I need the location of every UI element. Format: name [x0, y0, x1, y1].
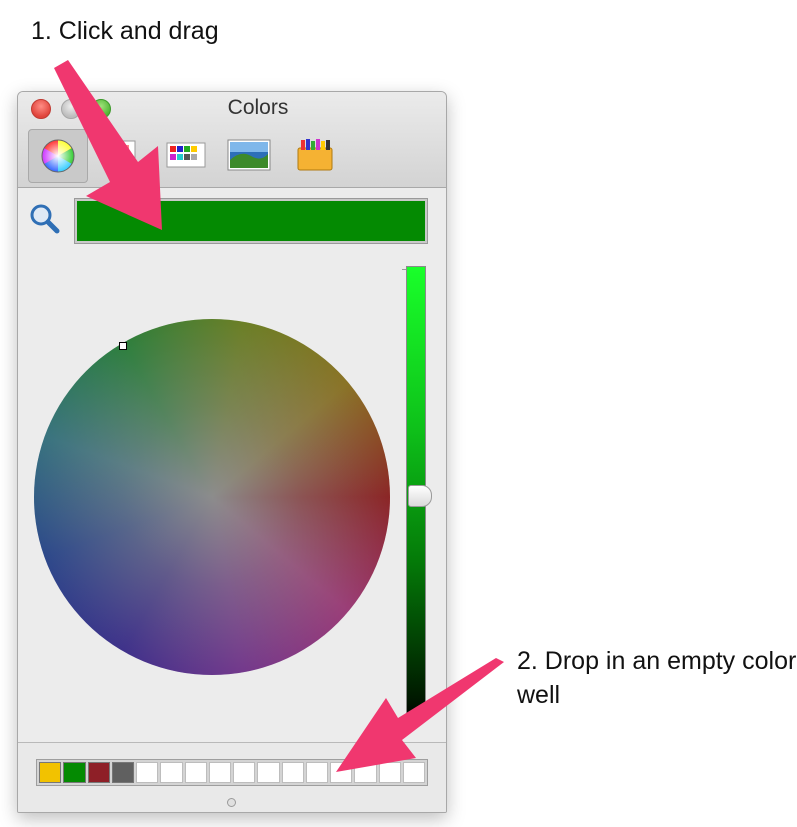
tutorial-canvas: 1. Click and drag Colors 2. Drop in an e…	[0, 0, 797, 827]
color-wheel[interactable]	[34, 319, 390, 675]
color-well-empty[interactable]	[184, 762, 207, 783]
color-well[interactable]	[39, 762, 62, 783]
current-color-swatch[interactable]	[74, 198, 428, 244]
current-color-row	[18, 187, 446, 249]
image-icon	[227, 139, 271, 171]
color-well-empty[interactable]	[208, 762, 231, 783]
color-well-empty[interactable]	[136, 762, 159, 783]
magnifier-icon[interactable]	[28, 202, 62, 236]
tab-color-wheel[interactable]	[28, 129, 88, 183]
color-well-empty[interactable]	[330, 762, 353, 783]
color-well-empty[interactable]	[281, 762, 304, 783]
colors-window: Colors	[17, 91, 447, 813]
well-bar-resize-handle[interactable]	[227, 798, 236, 807]
color-well-empty[interactable]	[402, 762, 425, 783]
tab-image-palettes[interactable]	[226, 132, 272, 178]
color-well-empty[interactable]	[305, 762, 328, 783]
color-well-empty[interactable]	[257, 762, 280, 783]
color-well-empty[interactable]	[160, 762, 183, 783]
color-well[interactable]	[87, 762, 110, 783]
color-wheel-saturation	[34, 319, 390, 675]
tab-color-palettes[interactable]	[164, 132, 210, 178]
window-titlebar: Colors	[18, 92, 446, 188]
color-wheel-picker[interactable]	[119, 342, 127, 350]
color-well-empty[interactable]	[354, 762, 377, 783]
sliders-icon	[106, 140, 136, 170]
crayons-icon	[297, 139, 333, 171]
brightness-slider-knob[interactable]	[408, 485, 432, 507]
color-well[interactable]	[63, 762, 86, 783]
color-well-empty[interactable]	[378, 762, 401, 783]
color-well-empty[interactable]	[233, 762, 256, 783]
step-1-caption: 1. Click and drag	[31, 17, 219, 45]
color-wheel-icon	[41, 139, 75, 173]
step-2-caption: 2. Drop in an empty color well	[517, 647, 797, 709]
window-title: Colors	[227, 96, 289, 119]
palettes-icon	[166, 142, 206, 168]
color-well-bar	[18, 742, 446, 812]
color-well[interactable]	[111, 762, 134, 783]
tab-pencils[interactable]	[292, 132, 338, 178]
color-wells	[36, 759, 428, 786]
tab-color-sliders[interactable]	[100, 132, 146, 178]
